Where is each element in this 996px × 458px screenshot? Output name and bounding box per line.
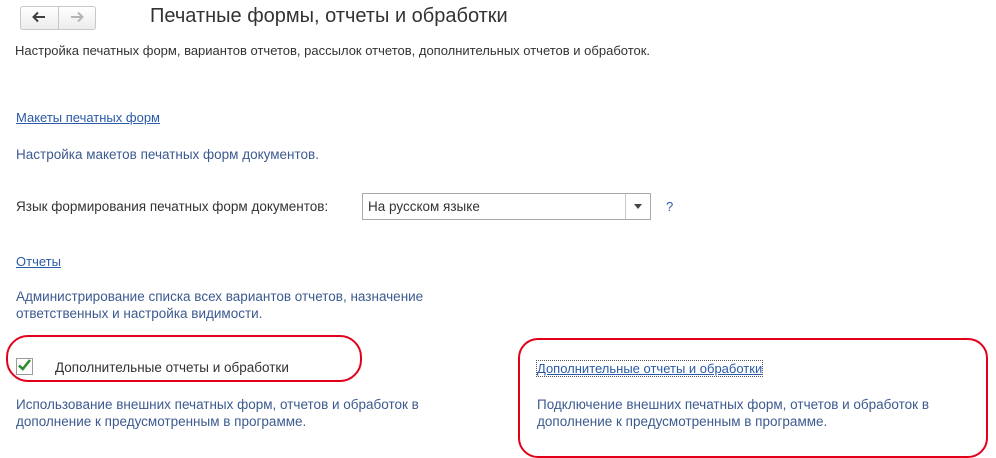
- reports-note-line1: Администрирование списка всех вариантов …: [16, 289, 424, 304]
- navigation-buttons: [20, 6, 96, 30]
- reports-link[interactable]: Отчеты: [16, 254, 61, 269]
- print-layouts-note: Настройка макетов печатных форм документ…: [16, 147, 319, 162]
- back-button[interactable]: [21, 7, 58, 29]
- additional-reports-link-note-line2: дополнение к предусмотренным в программе…: [537, 414, 828, 429]
- additional-reports-link[interactable]: Дополнительные отчеты и обработки: [535, 360, 764, 377]
- reports-note-line2: ответственных и настройка видимости.: [16, 306, 263, 321]
- additional-reports-checkbox-label[interactable]: Дополнительные отчеты и обработки: [55, 360, 289, 375]
- arrow-right-icon: [70, 11, 84, 26]
- checkmark-icon: [17, 358, 32, 375]
- page-description: Настройка печатных форм, вариантов отчет…: [15, 43, 651, 58]
- chevron-down-icon: [634, 202, 642, 211]
- additional-reports-link-note-line1: Подключение внешних печатных форм, отчет…: [537, 397, 929, 412]
- arrow-left-icon: [32, 11, 46, 26]
- reports-note: Администрирование списка всех вариантов …: [16, 288, 423, 322]
- language-select-value: На русском языке: [368, 199, 480, 214]
- additional-reports-note-line1: Использование внешних печатных форм, отч…: [16, 397, 419, 412]
- additional-reports-note-line2: дополнение к предусмотренным в программе…: [16, 414, 307, 429]
- page-title: Печатные формы, отчеты и обработки: [150, 5, 508, 27]
- language-select[interactable]: На русском языке: [362, 193, 651, 220]
- additional-reports-link-note: Подключение внешних печатных форм, отчет…: [537, 396, 929, 430]
- print-layouts-link[interactable]: Макеты печатных форм: [16, 110, 160, 125]
- language-label: Язык формирования печатных форм документ…: [16, 199, 329, 214]
- additional-reports-note: Использование внешних печатных форм, отч…: [16, 396, 419, 430]
- forward-button[interactable]: [57, 7, 96, 29]
- help-link[interactable]: ?: [666, 199, 673, 214]
- dropdown-button[interactable]: [625, 194, 650, 219]
- additional-reports-checkbox[interactable]: [16, 358, 33, 375]
